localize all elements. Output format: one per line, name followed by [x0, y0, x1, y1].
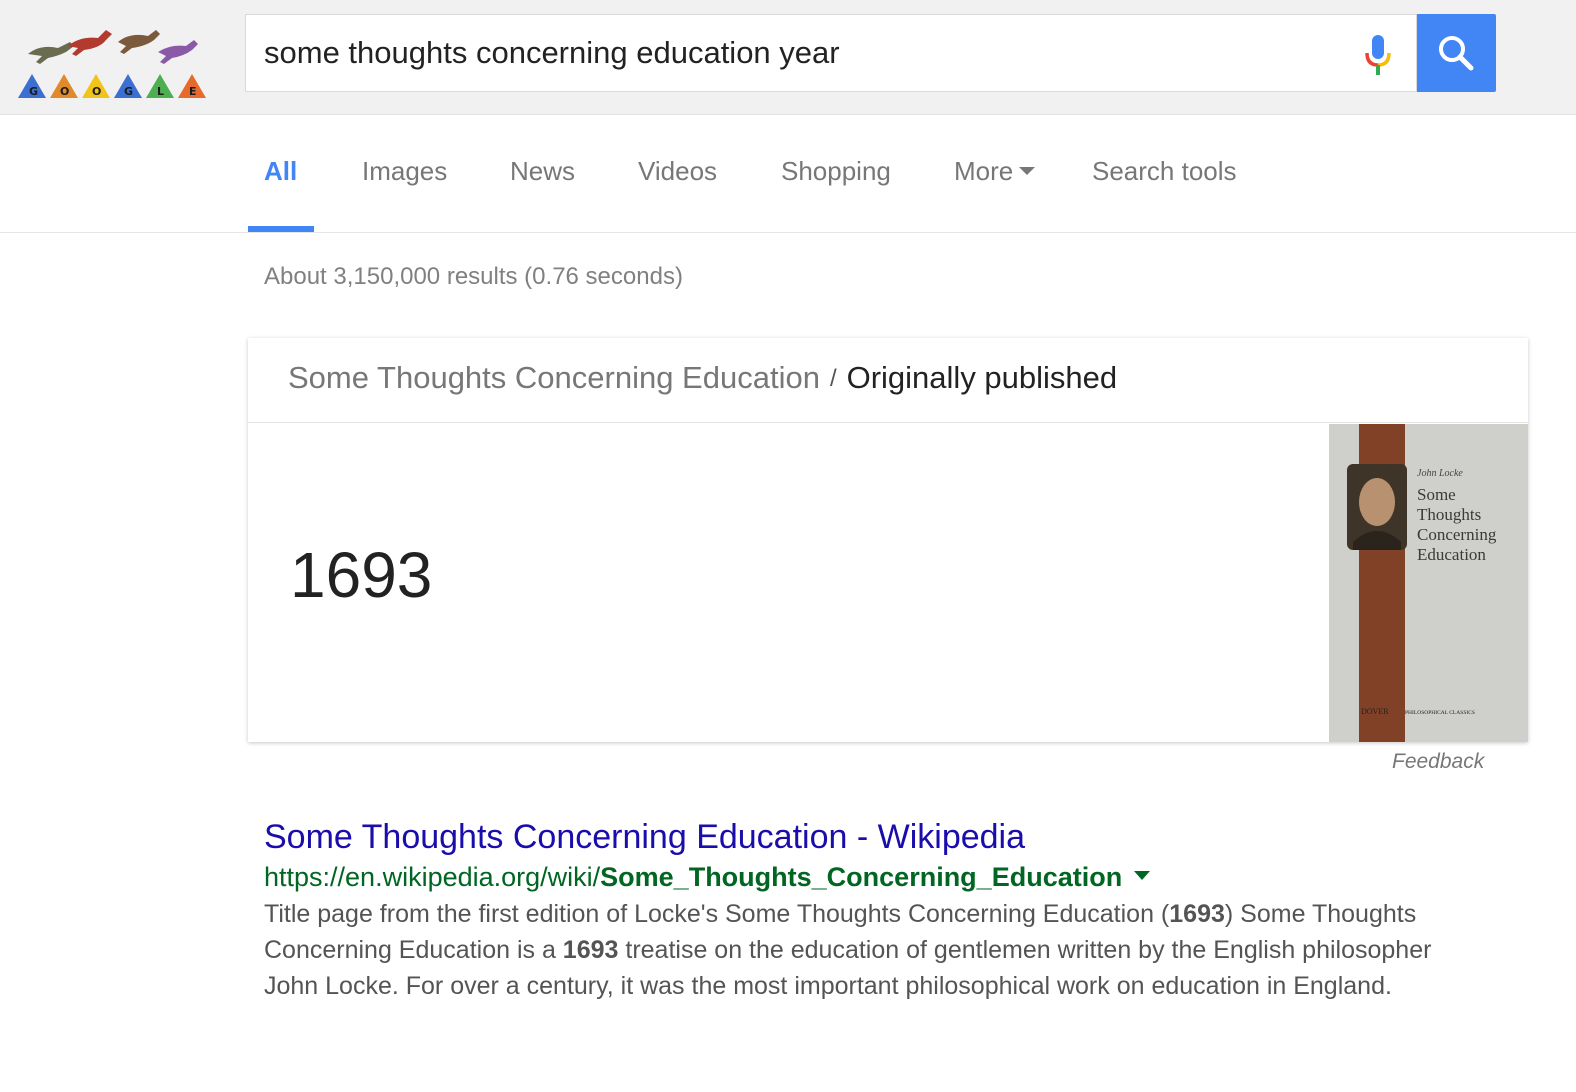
breadcrumb-separator: /: [829, 365, 837, 392]
svg-text:O: O: [60, 85, 69, 98]
book-series: PHILOSOPHICAL CLASSICS: [1405, 710, 1475, 716]
result-url-path: Some_Thoughts_Concerning_Education: [600, 862, 1123, 892]
result-url-prefix: https://en.wikipedia.org/wiki/: [264, 862, 601, 892]
book-author: John Locke: [1417, 468, 1463, 479]
search-icon: [1439, 36, 1474, 71]
tab-search-tools[interactable]: Search tools: [1092, 156, 1237, 187]
tab-more-label: More: [954, 156, 1014, 186]
tab-news[interactable]: News: [510, 156, 575, 187]
answer-card: Some Thoughts Concerning Education / Origi…: [248, 338, 1528, 742]
book-title-line-2: Thoughts: [1417, 505, 1481, 524]
svg-text:E: E: [189, 85, 197, 98]
book-title-line-3: Concerning: [1417, 525, 1497, 544]
book-title-line-4: Education: [1417, 545, 1486, 564]
svg-text:G: G: [124, 85, 133, 98]
active-tab-indicator: [248, 226, 314, 232]
book-publisher: DOVER: [1361, 707, 1389, 716]
tab-more[interactable]: More: [954, 156, 1036, 187]
microphone-icon[interactable]: [1362, 33, 1394, 77]
google-doodle-logo[interactable]: G O O G L E: [18, 22, 212, 102]
snippet-text: Title page from the first edition of Loc…: [264, 900, 1170, 928]
tab-videos[interactable]: Videos: [638, 156, 717, 187]
search-tabs: All Images News Videos Shopping More Sea…: [0, 114, 1576, 233]
header-bar: G O O G L E: [0, 0, 1576, 115]
tab-images[interactable]: Images: [362, 156, 447, 187]
feedback-link[interactable]: Feedback: [1392, 750, 1484, 774]
tab-shopping[interactable]: Shopping: [781, 156, 891, 187]
search-input[interactable]: [264, 33, 1324, 73]
svg-text:O: O: [92, 85, 101, 98]
tab-all[interactable]: All: [264, 156, 297, 187]
chevron-down-icon[interactable]: [1134, 871, 1151, 881]
snippet-highlight: 1693: [562, 936, 619, 964]
result-title-link[interactable]: Some Thoughts Concerning Education - Wik…: [264, 818, 1025, 857]
chevron-down-icon: [1019, 167, 1036, 176]
book-cover-image[interactable]: John Locke Some Thoughts Concerning Educ…: [1329, 424, 1528, 742]
svg-text:G: G: [29, 85, 38, 98]
attribute-label: Originally published: [846, 360, 1118, 395]
search-button[interactable]: [1417, 14, 1496, 92]
breadcrumb: Some Thoughts Concerning Education / Origi…: [288, 360, 1117, 396]
search-box: [245, 14, 1417, 92]
answer-card-header: Some Thoughts Concerning Education / Origi…: [248, 338, 1528, 423]
svg-text:L: L: [157, 85, 164, 98]
answer-value: 1693: [290, 539, 433, 611]
snippet-highlight: 1693: [1169, 900, 1225, 928]
book-title-line-1: Some: [1417, 485, 1456, 504]
entity-link[interactable]: Some Thoughts Concerning Education: [288, 360, 820, 395]
result-stats: About 3,150,000 results (0.76 seconds): [264, 263, 683, 290]
result-url: https://en.wikipedia.org/wiki/Some_Thoug…: [264, 862, 1151, 893]
result-snippet: Title page from the first edition of Loc…: [264, 896, 1484, 1004]
